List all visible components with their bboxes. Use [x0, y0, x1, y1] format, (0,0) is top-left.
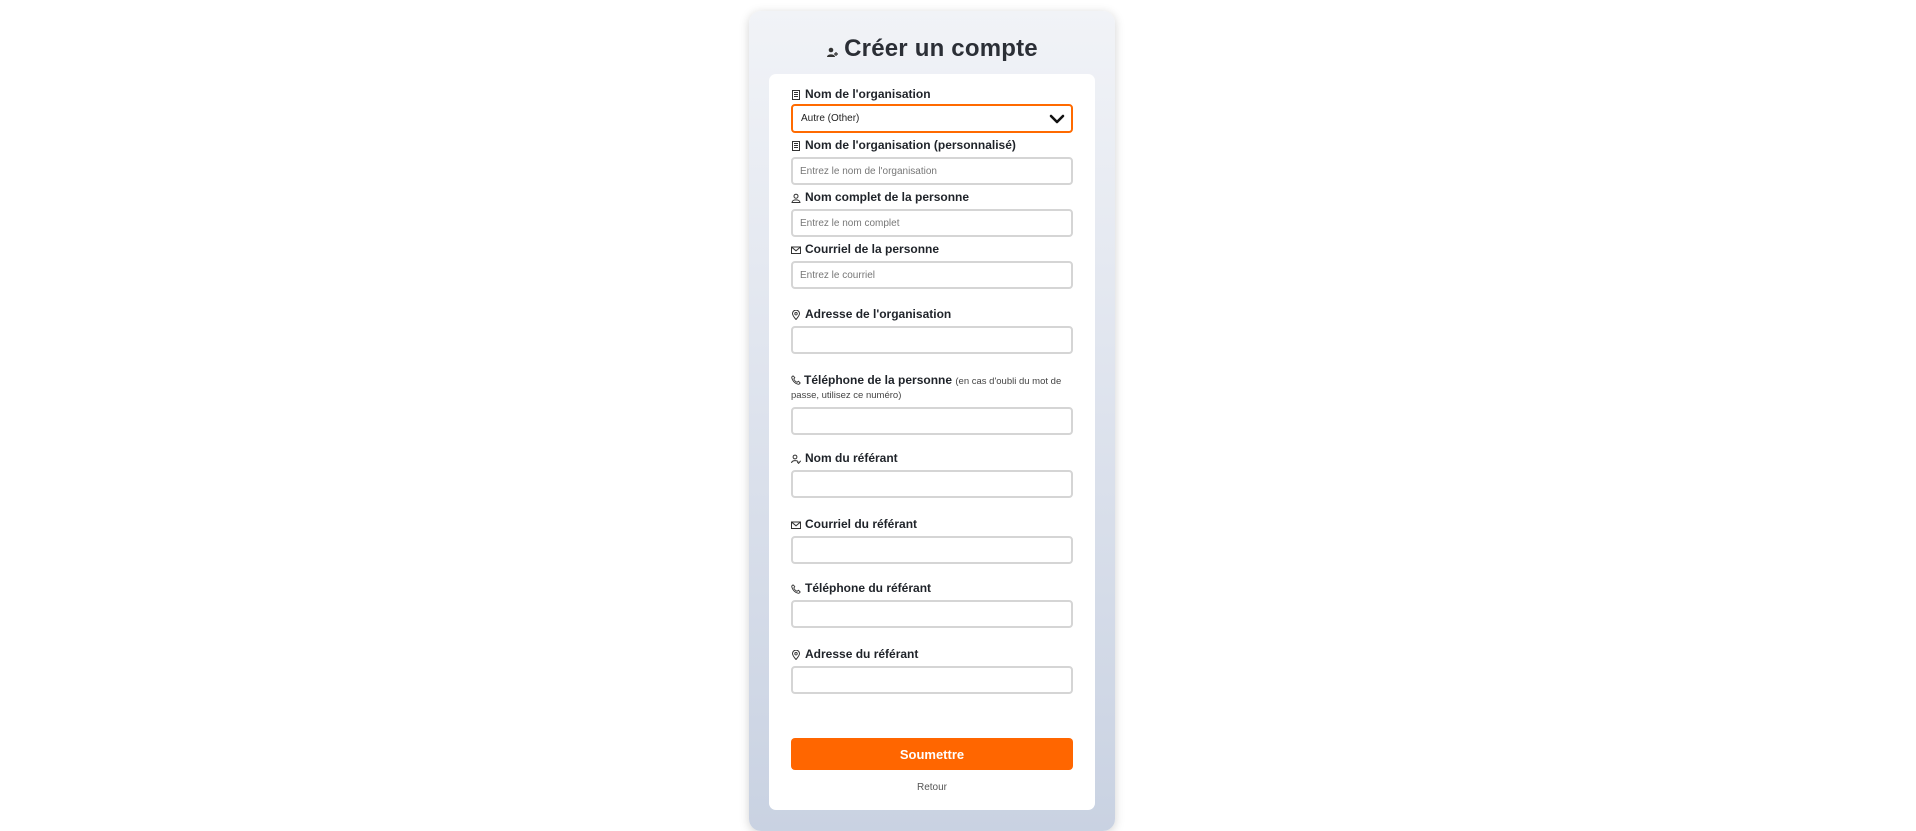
email-label: Courriel de la personne — [805, 242, 940, 256]
org-address-label: Adresse de l'organisation — [805, 307, 952, 321]
phone-icon — [791, 375, 801, 385]
org-select[interactable]: Autre (Other) — [791, 104, 1073, 133]
referrer-name-field: Nom du référant — [791, 452, 1073, 498]
referrer-phone-input[interactable] — [791, 600, 1073, 628]
full-name-label-row: Nom complet de la personne — [791, 191, 1073, 204]
referrer-email-input[interactable] — [791, 536, 1073, 564]
full-name-field: Nom complet de la personne — [791, 191, 1073, 237]
org-select-field: Nom de l'organisation Autre (Other) — [791, 88, 1073, 133]
email-label-row: Courriel de la personne — [791, 243, 1073, 256]
referrer-address-label: Adresse du référant — [805, 647, 919, 661]
org-custom-input[interactable] — [791, 157, 1073, 185]
signup-form: Nom de l'organisation Autre (Other) Nom … — [769, 74, 1095, 810]
phone-label-row: Téléphone de la personne (en cas d'oubli… — [791, 374, 1073, 402]
phone-field: Téléphone de la personne (en cas d'oubli… — [791, 374, 1073, 435]
org-custom-field: Nom de l'organisation (personnalisé) — [791, 139, 1073, 185]
phone-input[interactable] — [791, 407, 1073, 435]
signup-panel: Créer un compte Nom de l'organisation Au… — [749, 11, 1115, 831]
referrer-phone-label-row: Téléphone du référant — [791, 582, 1073, 595]
referrer-address-input[interactable] — [791, 666, 1073, 694]
phone-label: Téléphone de la personne — [804, 373, 953, 387]
user-add-icon — [827, 47, 839, 57]
chevron-down-icon — [1049, 114, 1065, 123]
org-address-label-row: Adresse de l'organisation — [791, 308, 1073, 321]
email-input[interactable] — [791, 261, 1073, 289]
user-icon — [791, 193, 801, 203]
building-icon — [792, 141, 800, 151]
org-address-field: Adresse de l'organisation — [791, 308, 1073, 354]
email-field: Courriel de la personne — [791, 243, 1073, 289]
location-pin-icon — [791, 310, 801, 320]
building-icon — [792, 90, 800, 100]
referrer-name-input[interactable] — [791, 470, 1073, 498]
location-pin-icon — [791, 650, 801, 660]
referrer-name-label: Nom du référant — [805, 451, 898, 465]
referrer-email-label-row: Courriel du référant — [791, 518, 1073, 531]
org-custom-label: Nom de l'organisation (personnalisé) — [805, 138, 1016, 152]
full-name-input[interactable] — [791, 209, 1073, 237]
referrer-address-label-row: Adresse du référant — [791, 648, 1073, 661]
page-title: Créer un compte — [844, 35, 1038, 62]
referrer-phone-field: Téléphone du référant — [791, 582, 1073, 628]
org-address-input[interactable] — [791, 326, 1073, 354]
submit-button[interactable]: Soumettre — [791, 738, 1073, 770]
referrer-address-field: Adresse du référant — [791, 648, 1073, 694]
mail-icon — [791, 246, 801, 254]
referrer-phone-label: Téléphone du référant — [805, 581, 932, 595]
org-select-label-row: Nom de l'organisation — [791, 88, 1073, 101]
org-custom-label-row: Nom de l'organisation (personnalisé) — [791, 139, 1073, 152]
referrer-email-label: Courriel du référant — [805, 517, 918, 531]
back-link[interactable]: Retour — [769, 782, 1095, 793]
referrer-name-label-row: Nom du référant — [791, 452, 1073, 465]
user-check-icon — [791, 454, 801, 464]
phone-icon — [791, 584, 801, 594]
full-name-label: Nom complet de la personne — [805, 190, 970, 204]
org-select-label: Nom de l'organisation — [805, 87, 931, 101]
mail-icon — [791, 521, 801, 529]
referrer-email-field: Courriel du référant — [791, 518, 1073, 564]
page-header: Créer un compte — [749, 31, 1115, 67]
org-select-value: Autre (Other) — [801, 113, 860, 124]
